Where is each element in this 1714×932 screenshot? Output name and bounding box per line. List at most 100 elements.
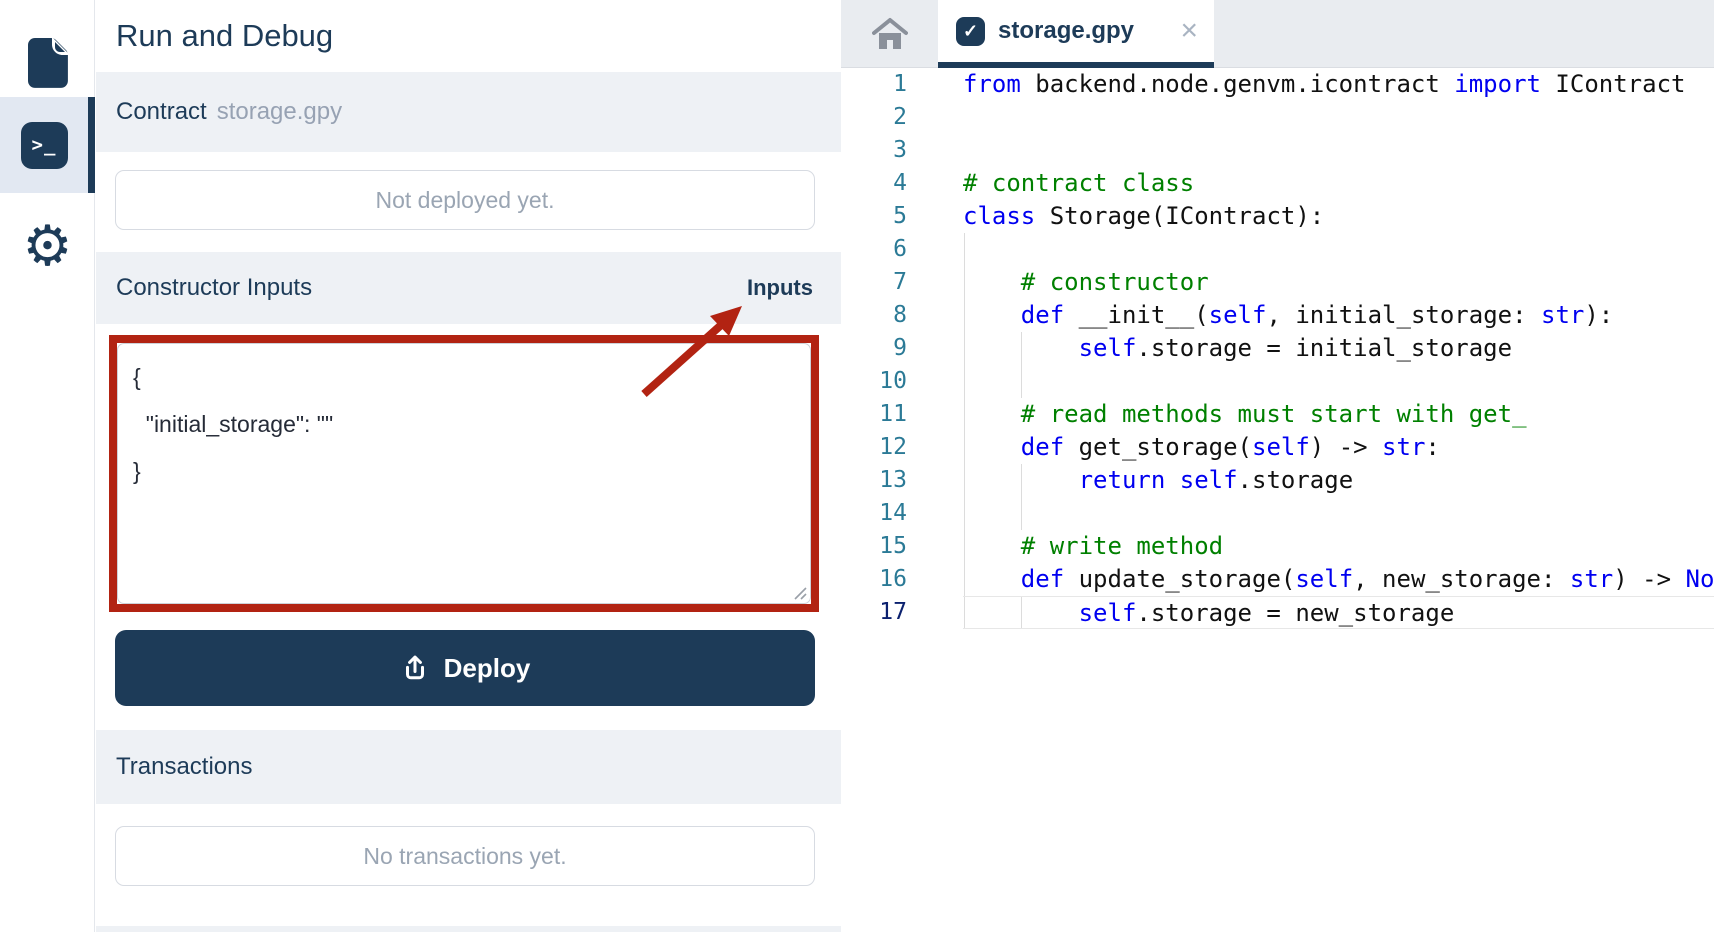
code-text: def update_storage(self, new_storage: st… (963, 563, 1714, 596)
run-and-debug-panel: Run and Debug Contract storage.gpy Not d… (96, 0, 841, 932)
code-line: 3 (841, 134, 1714, 167)
code-text: # read methods must start with get_ (963, 398, 1714, 431)
home-tab[interactable] (841, 0, 938, 68)
line-number: 8 (893, 302, 907, 328)
code-token: self (1208, 301, 1267, 329)
deploy-button[interactable]: Deploy (115, 630, 815, 706)
code-token: update_storage( (1064, 565, 1296, 593)
terminal-icon: >_ (20, 121, 68, 169)
code-text: from backend.node.genvm.icontract import… (963, 68, 1714, 101)
code-text (963, 497, 1714, 530)
code-token: ) -> (1309, 433, 1383, 461)
code-token: .storage = new_storage (1136, 599, 1455, 627)
code-token: self (1078, 334, 1137, 362)
constructor-inputs-editor: { "initial_storage": "" } (117, 343, 811, 604)
code-text: self.storage = new_storage (963, 596, 1714, 629)
file-icon (25, 36, 71, 88)
activity-bar: >_ ⚙ (0, 0, 95, 932)
code-token: return (1078, 466, 1166, 494)
code-token: , new_storage: (1353, 565, 1570, 593)
code-line: 8 def __init__(self, initial_storage: st… (841, 299, 1714, 332)
code-line: 9 self.storage = initial_storage (841, 332, 1714, 365)
code-line: 15 # write method (841, 530, 1714, 563)
code-line: 16 def update_storage(self, new_storage:… (841, 563, 1714, 596)
next-section-peek (96, 926, 841, 932)
line-number: 9 (893, 335, 907, 361)
code-token: IContract (1540, 70, 1686, 98)
code-line: 13 return self.storage (841, 464, 1714, 497)
code-token: str (1541, 301, 1585, 329)
sidebar-item-settings[interactable]: ⚙ (0, 198, 95, 294)
code-line: 14 (841, 497, 1714, 530)
code-line: 5 class Storage(IContract): (841, 200, 1714, 233)
constructor-inputs-textarea[interactable]: { "initial_storage": "" } (118, 344, 810, 603)
code-text (963, 365, 1714, 398)
gear-icon: ⚙ (22, 214, 73, 277)
code-token: get_storage( (1064, 433, 1252, 461)
home-icon (871, 17, 908, 51)
code-text: self.storage = initial_storage (963, 332, 1714, 365)
line-number: 14 (879, 500, 907, 526)
transactions-empty-text: No transactions yet. (363, 842, 567, 869)
code-line: 4 # contract class (841, 167, 1714, 200)
code-token: def (1020, 433, 1065, 461)
code-line: 1 from backend.node.genvm.icontract impor… (841, 68, 1714, 101)
constructor-section-header: Constructor Inputs Inputs (96, 252, 841, 324)
code-token: class (963, 202, 1036, 230)
code-token: def (1020, 301, 1065, 329)
deploy-button-label: Deploy (443, 652, 531, 683)
code-text: def __init__(self, initial_storage: str)… (963, 299, 1714, 332)
code-token: import (1454, 70, 1541, 98)
line-number: 4 (893, 170, 907, 196)
contract-section-header: Contract storage.gpy (96, 72, 841, 152)
contract-label: Contract (116, 98, 207, 125)
code-token: backend.node.genvm.icontract (1020, 70, 1455, 98)
code-line: 6 (841, 233, 1714, 266)
code-lines[interactable]: 1 from backend.node.genvm.icontract impor… (841, 68, 1714, 932)
code-token: .storage = initial_storage (1136, 334, 1513, 362)
code-token: # contract class (963, 169, 1195, 197)
code-text (963, 233, 1714, 266)
transactions-empty-box: No transactions yet. (115, 826, 815, 886)
code-text: def get_storage(self) -> str: (963, 431, 1714, 464)
close-icon[interactable]: × (1180, 16, 1198, 46)
code-token: ): (1584, 301, 1614, 329)
line-number: 13 (879, 467, 907, 493)
code-line: 12 def get_storage(self) -> str: (841, 431, 1714, 464)
page-title: Run and Debug (116, 18, 334, 53)
genlayer-studio-window: >_ ⚙ Run and Debug Contract storage.gpy … (0, 0, 1714, 932)
transactions-section-header: Transactions (96, 730, 841, 804)
tab-storage-gpy[interactable]: ✓ storage.gpy × (938, 0, 1214, 68)
sidebar-item-files[interactable] (0, 14, 95, 110)
code-token: Storage(IContract): (1035, 202, 1325, 230)
code-text: # write method (963, 530, 1714, 563)
line-number: 3 (893, 137, 907, 163)
line-number: 11 (879, 401, 907, 427)
deploy-status-box: Not deployed yet. (115, 170, 815, 230)
code-line: 11 # read methods must start with get_ (841, 398, 1714, 431)
constructor-inputs-highlight: { "initial_storage": "" } (109, 335, 819, 612)
code-token: None (1685, 565, 1714, 593)
sidebar-item-run-debug[interactable]: >_ (0, 97, 95, 193)
code-token: str (1569, 565, 1614, 593)
line-number: 6 (893, 236, 907, 262)
code-token: # write method (1020, 532, 1224, 560)
code-text: class Storage(IContract): (963, 200, 1714, 233)
editor-tab-bar: ✓ storage.gpy × (841, 0, 1714, 68)
code-line: 10 (841, 365, 1714, 398)
resize-handle-icon[interactable] (791, 584, 807, 600)
line-number: 2 (893, 104, 907, 130)
code-line: 17 self.storage = new_storage (841, 596, 1714, 629)
line-number: 7 (893, 269, 907, 295)
inputs-toggle[interactable]: Inputs (747, 275, 813, 301)
